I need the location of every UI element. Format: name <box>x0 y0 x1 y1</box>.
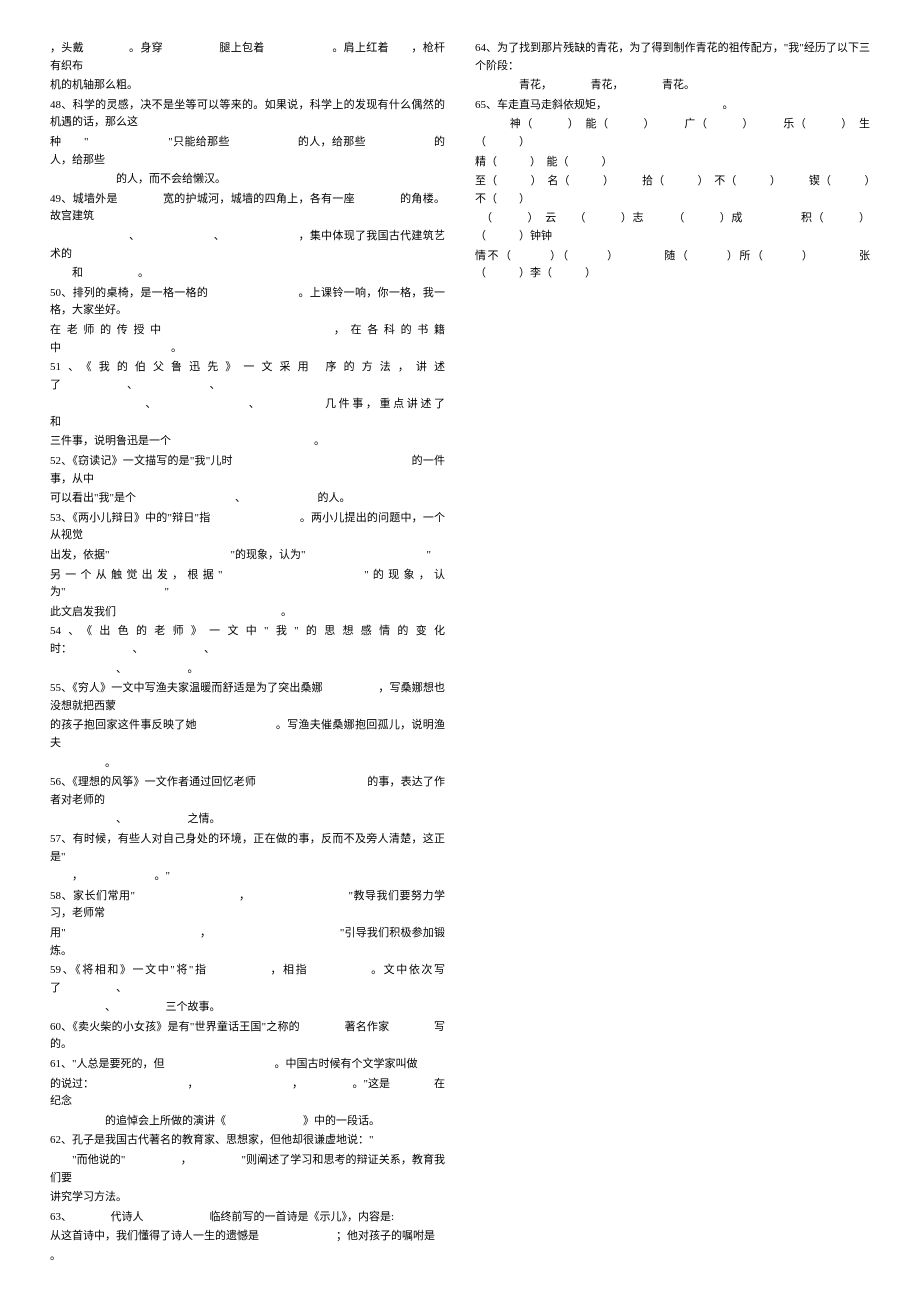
q63-text-b: 从这首诗中，我们懂得了诗人一生的遗憾是 ；他对孩子的嘱咐是 <box>50 1228 445 1246</box>
q61-text-a: 61、"人总是要死的，但 。中国古时候有个文学家叫做 <box>50 1056 445 1074</box>
q53-text-b: 出发，依据" "的现象，认为" " <box>50 547 445 565</box>
q63-text-c: 。 <box>50 1248 445 1266</box>
q53-text-d: 此文启发我们 。 <box>50 604 445 622</box>
q61-text-b: 的说过： ， ， 。"这是 在纪念 <box>50 1076 445 1111</box>
q59-text-a: 59、《将相和》一文中"将"指 ，相指 。文中依次写了 、 <box>50 962 445 997</box>
q53-text-a: 53、《两小儿辩日》中的"辩日"指 。两小儿提出的问题中，一个从视觉 <box>50 510 445 545</box>
q48-text-a: 48、科学的灵感，决不是坐等可以等来的。如果说，科学上的发现有什么偶然的机遇的话… <box>50 97 445 132</box>
q50-text-b: 在老师的传授中 ，在各科的书籍中 。 <box>50 322 445 357</box>
q47-text-b: 机的机轴那么粗。 <box>50 77 445 95</box>
q58-text-a: 58、家长们常用" ， "教导我们要努力学习，老师常 <box>50 888 445 923</box>
q48-text-b: 种 " "只能给那些 的人，给那些 的人，给那些 <box>50 134 445 169</box>
q48-text-c: 的人，而不会给懒汉。 <box>50 171 445 189</box>
left-column: ，头戴 。身穿 腿上包着 。肩上红着 ，枪杆有织布 机的机轴那么粗。 48、科学… <box>50 40 465 1268</box>
q49-text-b: 、 、 ，集中体现了我国古代建筑艺术的 <box>50 228 445 263</box>
q54-text-a: 54、《出色的老师》一文中"我"的思想感情的变化时： 、 、 <box>50 623 445 658</box>
q63-text-a: 63、 代诗人 临终前写的一首诗是《示儿》，内容是: <box>50 1209 445 1227</box>
q61-text-c: 的追悼会上所做的演讲《 》中的一段话。 <box>50 1113 445 1131</box>
q51-text-b: 、 、 几件事，重点讲述了 和 <box>50 396 445 431</box>
q54-text-b: 、 。 <box>50 661 445 679</box>
q64-text-b: 青花， 青花， 青花。 <box>475 77 870 95</box>
idiom-row-5: 情不（ ）（ ） 随（ ）所（ ） 张（ ）李（ ） <box>475 248 870 283</box>
right-column: 64、为了找到那片残缺的青花，为了得到制作青花的祖传配方，"我"经历了以下三个阶… <box>465 40 870 1268</box>
q56-text-a: 56、《理想的风筝》一文作者通过回忆老师 的事，表达了作者对老师的 <box>50 774 445 809</box>
q58-text-b: 用" ， "引导我们积极参加锻炼。 <box>50 925 445 960</box>
q51-text-a: 51、《我的伯父鲁迅先》一文采用 序的方法，讲述了 、 、 <box>50 359 445 394</box>
q55-text-c: 。 <box>50 755 445 773</box>
q55-text-b: 的孩子抱回家这件事反映了她 。写渔夫催桑娜抱回孤儿，说明渔夫 <box>50 717 445 752</box>
q57-text-a: 57、有时候，有些人对自己身处的环境，正在做的事，反而不及旁人清楚，这正是" <box>50 831 445 866</box>
idiom-row-2: 精（ ） 能（ ） <box>475 154 870 172</box>
idiom-row-1: 神（ ） 能（ ） 广（ ） 乐（ ） 生（ ） <box>475 116 870 151</box>
idiom-row-4: （ ） 云 （ ）志 （ ）成 积（ ）（ ）钟钟 <box>475 210 870 245</box>
q47-text-a: ，头戴 。身穿 腿上包着 。肩上红着 ，枪杆有织布 <box>50 40 445 75</box>
q60-text-a: 60、《卖火柴的小女孩》是有"世界童话王国"之称的 著名作家 写 的。 <box>50 1019 445 1054</box>
q51-text-c: 三件事，说明鲁迅是一个 。 <box>50 433 445 451</box>
q59-text-b: 、 三个故事。 <box>50 999 445 1017</box>
q53-text-c: 另一个从触觉出发，根据" "的现象，认为" " <box>50 567 445 602</box>
q49-text-a: 49、城墙外是 宽的护城河，城墙的四角上，各有一座 的角楼。故宫建筑 <box>50 191 445 226</box>
q52-text-a: 52、《窃读记》一文描写的是"我"儿时 的一件事，从中 <box>50 453 445 488</box>
q50-text-a: 50、排列的桌椅，是一格一格的 。上课铃一响，你一格，我一格，大家坐好。 <box>50 285 445 320</box>
q52-text-b: 可以看出"我"是个 、 的人。 <box>50 490 445 508</box>
idiom-row-3: 至（ ） 名（ ） 拾（ ） 不（ ） 锲（ ）不（ ） <box>475 173 870 208</box>
q57-text-b: ， 。" <box>50 868 445 886</box>
q62-text-c: 讲究学习方法。 <box>50 1189 445 1207</box>
q56-text-b: 、 之情。 <box>50 811 445 829</box>
q64-text-a: 64、为了找到那片残缺的青花，为了得到制作青花的祖传配方，"我"经历了以下三个阶… <box>475 40 870 75</box>
q65-text-a: 65、车走直马走斜依规矩， 。 <box>475 97 870 115</box>
q49-text-c: 和 。 <box>50 265 445 283</box>
q55-text-a: 55、《穷人》一文中写渔夫家温暖而舒适是为了突出桑娜 ，写桑娜想也没想就把西蒙 <box>50 680 445 715</box>
q62-text-b: "而他说的" ， "则阐述了学习和思考的辩证关系，教育我们要 <box>50 1152 445 1187</box>
q62-text-a: 62、孔子是我国古代著名的教育家、思想家，但他却很谦虚地说：" <box>50 1132 445 1150</box>
